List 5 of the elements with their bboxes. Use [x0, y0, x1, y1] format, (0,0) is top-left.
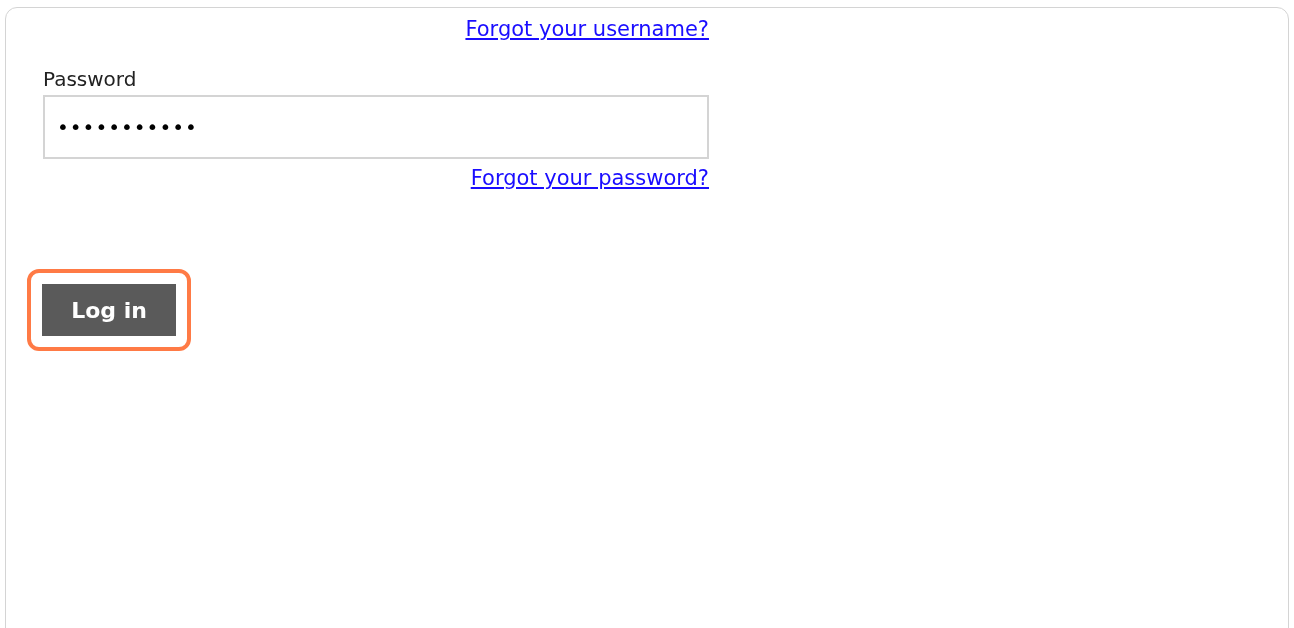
password-label: Password: [43, 66, 138, 92]
forgot-password-link[interactable]: Forgot your password?: [470, 165, 709, 191]
login-button[interactable]: Log in: [42, 284, 176, 336]
forgot-username-link[interactable]: Forgot your username?: [465, 16, 709, 42]
password-field[interactable]: •••••••••••: [43, 95, 709, 159]
